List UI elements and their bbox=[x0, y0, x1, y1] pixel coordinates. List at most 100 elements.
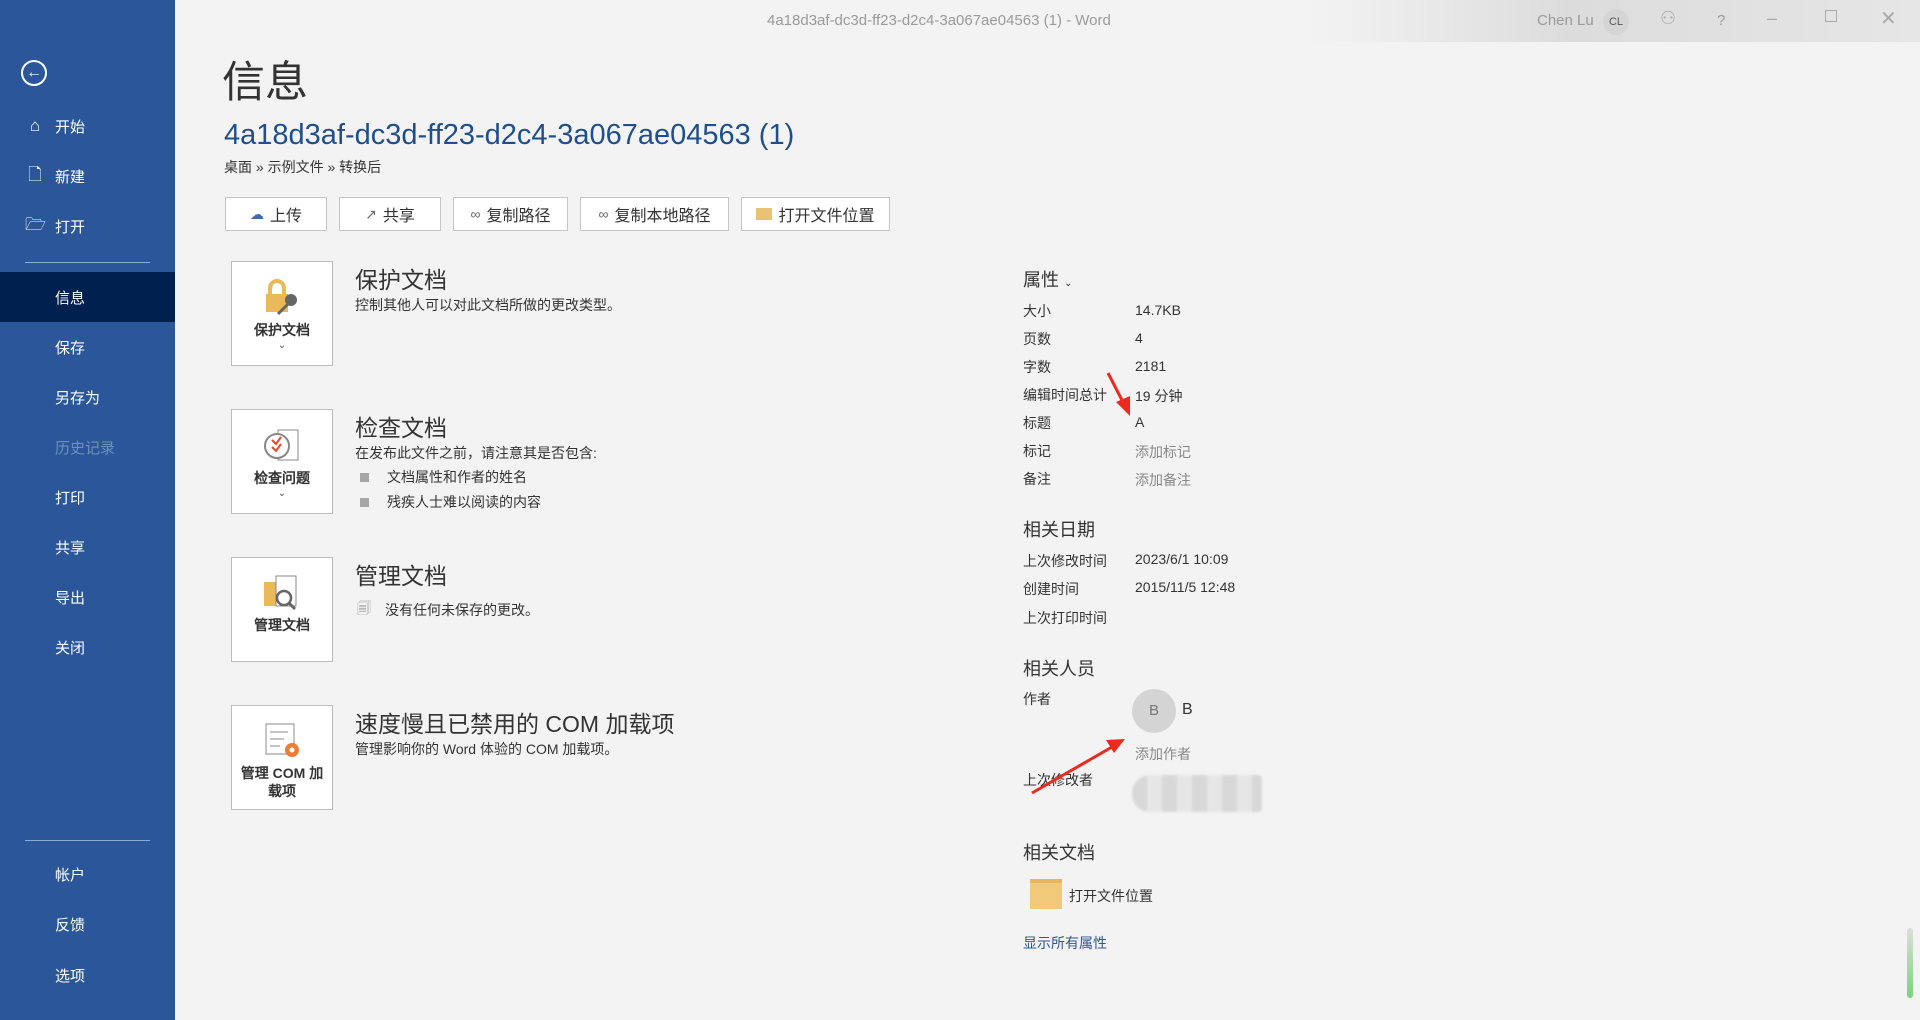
date-value-created: 2015/11/5 12:48 bbox=[1135, 579, 1235, 595]
help-button[interactable]: ? bbox=[1717, 12, 1725, 29]
coauthor-icon[interactable]: ⚇ bbox=[1660, 8, 1676, 29]
nav-label: 打开 bbox=[55, 216, 85, 237]
folder-icon bbox=[756, 208, 772, 220]
new-file-icon: 🗋 bbox=[25, 162, 45, 191]
section-desc: 没有任何未保存的更改。 bbox=[385, 600, 539, 620]
properties-heading[interactable]: 属性 ⌄ bbox=[1023, 266, 1072, 292]
minimize-button[interactable]: – bbox=[1767, 8, 1777, 29]
protect-document-button[interactable]: 保护文档⌄ bbox=[231, 261, 333, 366]
share-icon: ↗ bbox=[365, 206, 377, 223]
folder-open-icon: 🗁 bbox=[25, 212, 45, 241]
nav-label: 开始 bbox=[55, 116, 85, 137]
divider bbox=[25, 262, 150, 263]
date-label: 上次修改时间 bbox=[1023, 551, 1107, 571]
nav-feedback[interactable]: 反馈 bbox=[0, 899, 175, 949]
nav-label: 保存 bbox=[55, 337, 85, 358]
author-avatar[interactable]: B bbox=[1132, 689, 1176, 733]
section-title: 速度慢且已禁用的 COM 加载项 bbox=[355, 705, 674, 739]
button-label: 复制本地路径 bbox=[614, 202, 710, 226]
window-title: 4a18d3af-dc3d-ff23-d2c4-3a067ae04563 (1)… bbox=[767, 12, 1111, 29]
add-comments-input[interactable]: 添加备注 bbox=[1135, 470, 1191, 490]
home-icon: ⌂ bbox=[25, 116, 45, 136]
prop-label: 备注 bbox=[1023, 469, 1051, 489]
user-avatar[interactable]: CL bbox=[1603, 9, 1629, 35]
last-modified-by-label: 上次修改者 bbox=[1023, 770, 1093, 790]
nav-open[interactable]: 🗁 打开 bbox=[0, 201, 175, 251]
lock-key-icon bbox=[232, 276, 332, 320]
nav-save-as[interactable]: 另存为 bbox=[0, 372, 175, 422]
upload-button[interactable]: ☁上传 bbox=[225, 197, 327, 231]
author-name[interactable]: B bbox=[1182, 701, 1193, 719]
backstage-sidebar: ← ⌂开始 🗋新建 🗁打开 信息 保存 另存为 历史记录 打印 共享 导出 关闭… bbox=[0, 0, 175, 1020]
nav-print[interactable]: 打印 bbox=[0, 472, 175, 522]
date-label: 创建时间 bbox=[1023, 579, 1079, 599]
prop-label: 字数 bbox=[1023, 357, 1051, 377]
nav-save[interactable]: 保存 bbox=[0, 322, 175, 372]
nav-label: 新建 bbox=[55, 166, 85, 187]
nav-new[interactable]: 🗋 新建 bbox=[0, 151, 175, 201]
section-title: 检查文档 bbox=[355, 409, 447, 443]
nav-options[interactable]: 选项 bbox=[0, 950, 175, 1000]
card-label: 保护文档 bbox=[232, 320, 332, 340]
share-button[interactable]: ↗ 共享 bbox=[339, 197, 441, 231]
button-label: 共享 bbox=[383, 202, 415, 226]
date-value-modified: 2023/6/1 10:09 bbox=[1135, 551, 1228, 567]
red-arrow-annotation bbox=[1108, 373, 1130, 416]
add-tags-input[interactable]: 添加标记 bbox=[1135, 442, 1191, 462]
show-all-properties-link[interactable]: 显示所有属性 bbox=[1023, 933, 1107, 953]
prop-label: 编辑时间总计 bbox=[1023, 385, 1107, 405]
close-button[interactable]: ✕ bbox=[1880, 6, 1897, 31]
back-arrow-icon[interactable]: ← bbox=[21, 60, 47, 86]
prop-label: 标记 bbox=[1023, 441, 1051, 461]
bullet-icon bbox=[360, 473, 369, 482]
check-issues-button[interactable]: 检查问题⌄ bbox=[231, 409, 333, 514]
add-author-input[interactable]: 添加作者 bbox=[1135, 744, 1191, 764]
cloud-upload-icon: ☁ bbox=[250, 206, 264, 223]
user-name[interactable]: Chen Lu bbox=[1537, 12, 1594, 29]
manage-document-button[interactable]: 管理文档 bbox=[231, 557, 333, 662]
copy-path-button[interactable]: ∞复制路径 bbox=[453, 197, 568, 231]
date-label: 上次打印时间 bbox=[1023, 608, 1107, 628]
divider bbox=[25, 840, 150, 841]
related-people-heading: 相关人员 bbox=[1023, 655, 1095, 681]
nav-home[interactable]: ⌂ 开始 bbox=[0, 101, 175, 151]
document-icon: 🗐 bbox=[357, 598, 371, 622]
nav-label: 打印 bbox=[55, 487, 85, 508]
bullet-item: 文档属性和作者的姓名 bbox=[360, 467, 527, 487]
bullet-icon bbox=[360, 498, 369, 507]
section-title: 管理文档 bbox=[355, 557, 447, 591]
bullet-text: 文档属性和作者的姓名 bbox=[387, 467, 527, 487]
nav-close[interactable]: 关闭 bbox=[0, 622, 175, 672]
blurred-modifier bbox=[1132, 775, 1262, 812]
nav-label: 选项 bbox=[55, 965, 85, 986]
copy-local-path-button[interactable]: ∞复制本地路径 bbox=[580, 197, 729, 231]
prop-value-title[interactable]: A bbox=[1135, 414, 1144, 430]
scrollbar[interactable] bbox=[1907, 928, 1913, 998]
nav-export[interactable]: 导出 bbox=[0, 572, 175, 622]
no-changes-row: 🗐 没有任何未保存的更改。 bbox=[357, 598, 539, 622]
prop-label: 页数 bbox=[1023, 329, 1051, 349]
nav-label: 反馈 bbox=[55, 914, 85, 935]
author-label: 作者 bbox=[1023, 689, 1051, 709]
related-documents-heading: 相关文档 bbox=[1023, 839, 1095, 865]
nav-account[interactable]: 帐户 bbox=[0, 849, 175, 899]
inspect-document-icon bbox=[232, 424, 332, 468]
prop-value-pages: 4 bbox=[1135, 330, 1143, 346]
nav-share[interactable]: 共享 bbox=[0, 522, 175, 572]
restore-button[interactable] bbox=[1825, 10, 1837, 22]
page-title: 信息 bbox=[222, 48, 308, 110]
manage-com-addins-button[interactable]: 管理 COM 加载项 bbox=[231, 705, 333, 810]
section-desc: 管理影响你的 Word 体验的 COM 加载项。 bbox=[355, 739, 618, 759]
card-label: 管理文档 bbox=[232, 616, 332, 634]
nav-label: 关闭 bbox=[55, 637, 85, 658]
open-file-location-button[interactable]: 打开文件位置 bbox=[741, 197, 890, 231]
nav-info[interactable]: 信息 bbox=[0, 272, 175, 322]
section-desc: 在发布此文件之前，请注意其是否包含: bbox=[355, 443, 597, 463]
button-label: 复制路径 bbox=[486, 202, 550, 226]
nav-label: 另存为 bbox=[55, 387, 100, 408]
nav-label: 信息 bbox=[55, 287, 85, 308]
nav-label: 帐户 bbox=[55, 864, 85, 885]
nav-label: 共享 bbox=[55, 537, 85, 558]
open-file-location-link[interactable]: 打开文件位置 bbox=[1069, 886, 1153, 906]
bullet-text: 残疾人士难以阅读的内容 bbox=[387, 492, 541, 512]
